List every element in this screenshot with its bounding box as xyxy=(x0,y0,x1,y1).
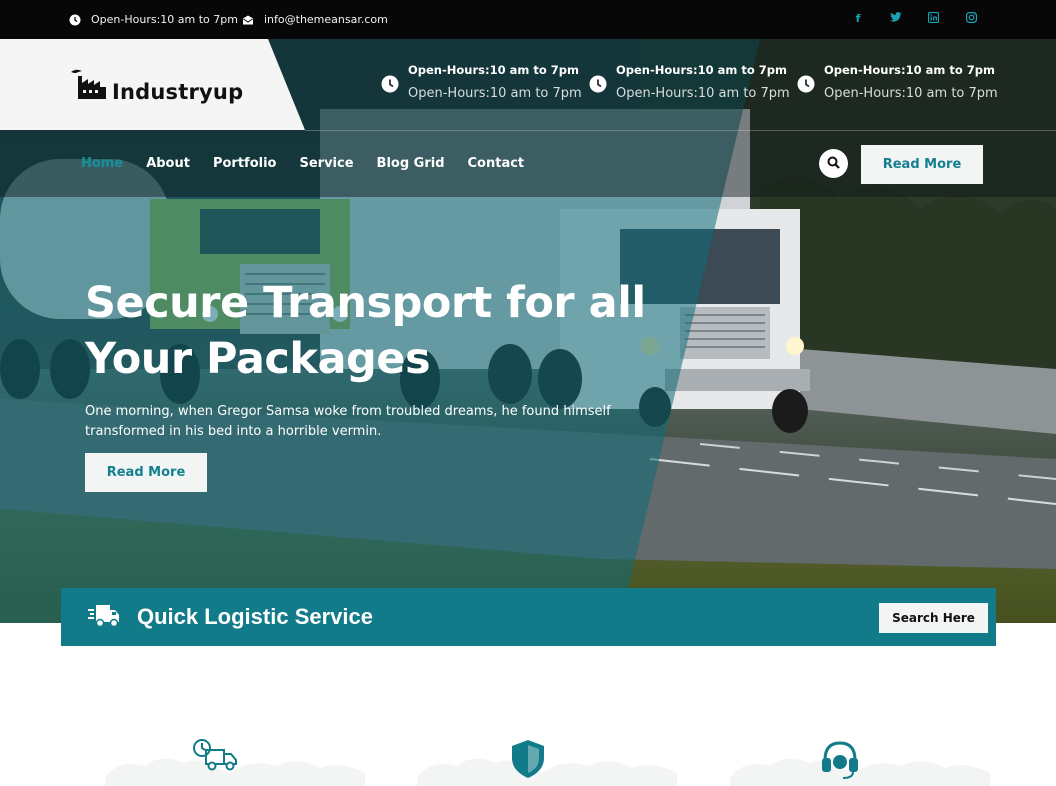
header-info-subtitle: Open-Hours:10 am to 7pm xyxy=(408,86,582,101)
clock-icon xyxy=(797,75,815,93)
topbar-hours: Open-Hours:10 am to 7pm xyxy=(69,12,238,27)
brand-name: Industryup xyxy=(112,80,244,104)
header-divider xyxy=(305,130,1056,131)
hero-text-line-1: One morning, when Gregor Samsa woke from… xyxy=(85,404,611,419)
clock-icon xyxy=(381,75,399,93)
hero-text-line-2: transformed in his bed into a horrible v… xyxy=(85,424,382,439)
world-map-decoration xyxy=(417,758,677,786)
headset-icon xyxy=(819,738,861,784)
nav-item-service[interactable]: Service xyxy=(299,156,353,171)
hero-title-line-1: Secure Transport for all xyxy=(85,278,646,328)
nav-item-about[interactable]: About xyxy=(146,156,190,171)
header-info-title: Open-Hours:10 am to 7pm xyxy=(824,63,995,77)
twitter-icon[interactable] xyxy=(889,12,903,26)
main-nav: Home About Portfolio Service Blog Grid C… xyxy=(81,156,547,171)
brand-logo[interactable]: Industryup xyxy=(70,68,243,104)
hero-title-line-2: Your Packages xyxy=(85,334,431,384)
header-info-item: Open-Hours:10 am to 7pm Open-Hours:10 am… xyxy=(797,62,998,103)
quick-logistic-title: Quick Logistic Service xyxy=(137,604,373,629)
hero-read-more-button[interactable]: Read More xyxy=(85,453,207,492)
hero-title: Secure Transport for all Your Packages xyxy=(85,275,705,387)
header-info-item: Open-Hours:10 am to 7pm Open-Hours:10 am… xyxy=(589,62,790,103)
hero-description: One morning, when Gregor Samsa woke from… xyxy=(85,402,645,442)
envelope-icon xyxy=(242,14,254,26)
linkedin-icon[interactable] xyxy=(926,11,940,26)
quick-logistic-bar: Quick Logistic Service Search Here xyxy=(61,588,996,646)
search-here-button[interactable]: Search Here xyxy=(879,603,988,633)
topbar-hours-text: Open-Hours:10 am to 7pm xyxy=(91,13,238,26)
shield-icon xyxy=(509,738,547,784)
clock-icon xyxy=(589,75,607,93)
header-info-title: Open-Hours:10 am to 7pm xyxy=(408,63,579,77)
nav-item-home[interactable]: Home xyxy=(81,156,123,171)
top-bar: Open-Hours:10 am to 7pm info@themeansar.… xyxy=(0,0,1056,39)
header-info-subtitle: Open-Hours:10 am to 7pm xyxy=(824,86,998,101)
topbar-email[interactable]: info@themeansar.com xyxy=(242,12,388,27)
fast-delivery-truck-icon xyxy=(88,602,120,630)
facebook-icon[interactable]: f xyxy=(851,12,865,26)
header-read-more-button[interactable]: Read More xyxy=(861,145,983,184)
topbar-email-text: info@themeansar.com xyxy=(264,13,388,26)
search-icon xyxy=(827,154,840,173)
header-info-title: Open-Hours:10 am to 7pm xyxy=(616,63,787,77)
nav-item-contact[interactable]: Contact xyxy=(468,156,525,171)
clock-icon xyxy=(69,14,81,26)
factory-icon xyxy=(70,68,108,104)
nav-item-portfolio[interactable]: Portfolio xyxy=(213,156,277,171)
header-info-item: Open-Hours:10 am to 7pm Open-Hours:10 am… xyxy=(381,62,582,103)
nav-item-blog-grid[interactable]: Blog Grid xyxy=(377,156,445,171)
header-info-subtitle: Open-Hours:10 am to 7pm xyxy=(616,86,790,101)
instagram-icon[interactable] xyxy=(964,12,978,26)
search-button[interactable] xyxy=(819,149,848,178)
delivery-truck-clock-icon xyxy=(192,738,240,776)
